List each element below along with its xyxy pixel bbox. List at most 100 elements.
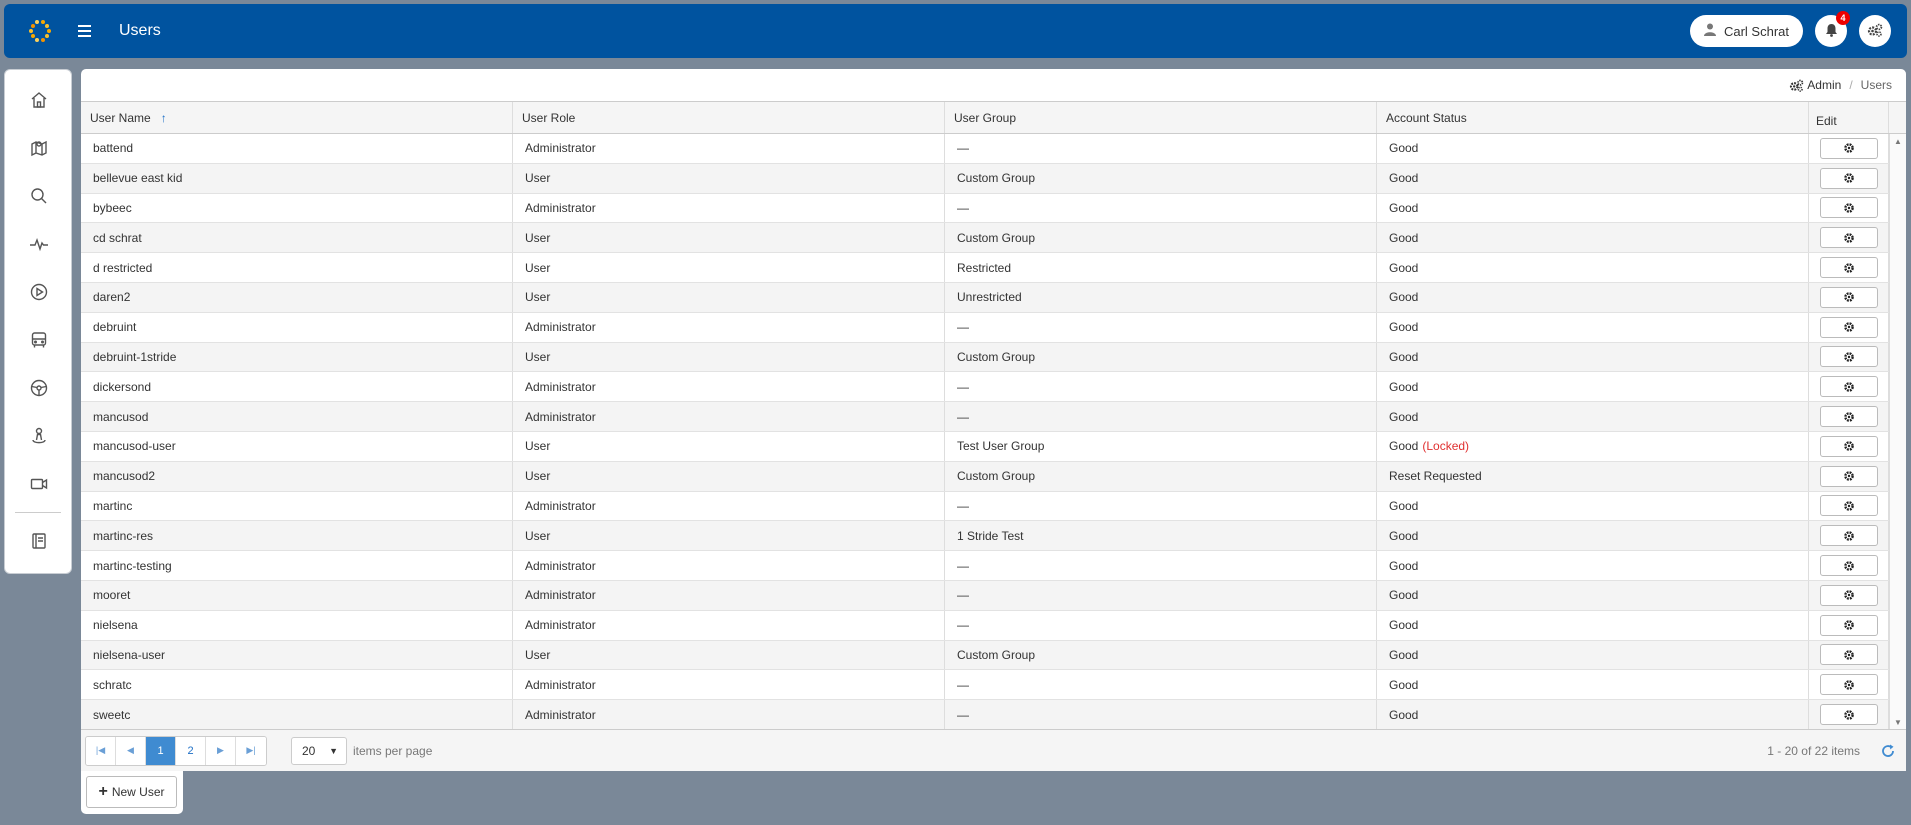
sidebar-item-activity[interactable] xyxy=(5,220,73,268)
vertical-scrollbar[interactable]: ▲ ▼ xyxy=(1889,134,1906,730)
gear-icon xyxy=(1843,352,1854,362)
edit-user-button[interactable] xyxy=(1819,555,1878,577)
cell-account-status: Reset Requested xyxy=(1377,461,1809,491)
gear-icon xyxy=(1843,292,1854,303)
previous-page-button[interactable]: ◀ xyxy=(116,736,146,765)
logo-dot xyxy=(40,20,45,25)
edit-user-button[interactable] xyxy=(1819,257,1878,279)
edit-user-button[interactable] xyxy=(1819,316,1878,338)
edit-user-button[interactable] xyxy=(1819,406,1878,428)
menu-toggle-icon[interactable] xyxy=(74,20,96,42)
page-size-select[interactable]: 20 ▼ xyxy=(291,736,347,765)
table-row[interactable]: debruint-1stride User Custom Group Good xyxy=(81,342,1906,373)
table-row[interactable]: daren2 User Unrestricted Good xyxy=(81,282,1906,313)
cell-user-name: bellevue east kid xyxy=(81,163,513,193)
sidebar-item-vehicles[interactable] xyxy=(5,316,73,364)
scroll-up-icon[interactable]: ▲ xyxy=(1894,137,1902,146)
cell-user-name: schratc xyxy=(81,670,513,700)
cell-account-status: Good xyxy=(1377,193,1809,223)
edit-user-button[interactable] xyxy=(1819,465,1878,487)
edit-user-button[interactable] xyxy=(1819,286,1878,308)
table-row[interactable]: mancusod2 User Custom Group Reset Requested xyxy=(81,461,1906,492)
table-row[interactable]: d restricted User Restricted Good xyxy=(81,253,1906,283)
cell-edit xyxy=(1809,521,1889,551)
sidebar-item-search[interactable] xyxy=(5,172,73,220)
edit-user-button[interactable] xyxy=(1819,435,1878,457)
activity-icon xyxy=(30,237,48,252)
breadcrumb: Admin / Users xyxy=(81,69,1906,101)
refresh-icon[interactable] xyxy=(1880,743,1896,759)
cell-user-group: — xyxy=(945,134,1377,163)
edit-user-button[interactable] xyxy=(1819,227,1878,249)
table-row[interactable]: debruint Administrator — Good xyxy=(81,312,1906,343)
gear-icon xyxy=(1843,381,1854,392)
gear-icon xyxy=(1843,471,1854,481)
edit-user-button[interactable] xyxy=(1819,197,1878,219)
user-menu-button[interactable]: Carl Schrat xyxy=(1689,15,1803,47)
sidebar-item-reports[interactable] xyxy=(5,517,73,565)
table-row[interactable]: schratc Administrator — Good xyxy=(81,670,1906,701)
edit-user-button[interactable] xyxy=(1819,674,1878,696)
next-page-button[interactable]: ▶ xyxy=(206,736,236,765)
table-row[interactable]: martinc Administrator — Good xyxy=(81,491,1906,522)
sort-ascending-icon: ↑ xyxy=(160,110,167,125)
table-row[interactable]: battend Administrator — Good xyxy=(81,134,1906,164)
settings-button[interactable] xyxy=(1859,15,1891,47)
last-page-button[interactable]: ▶| xyxy=(236,736,266,765)
sidebar-item-playback[interactable] xyxy=(5,268,73,316)
cell-user-role: Administrator xyxy=(513,372,945,402)
table-row[interactable]: bybeec Administrator — Good xyxy=(81,193,1906,224)
cell-account-status: Good xyxy=(1377,610,1809,640)
user-icon xyxy=(1703,23,1716,39)
first-page-button[interactable]: |◀ xyxy=(86,736,116,765)
edit-user-button[interactable] xyxy=(1819,644,1878,666)
table-row[interactable]: mancusod Administrator — Good xyxy=(81,402,1906,432)
cell-edit xyxy=(1809,610,1889,640)
table-row[interactable]: nielsena Administrator — Good xyxy=(81,610,1906,641)
table-row[interactable]: martinc-testing Administrator — Good xyxy=(81,551,1906,581)
edit-user-button[interactable] xyxy=(1819,704,1878,726)
table-row[interactable]: cd schrat User Custom Group Good xyxy=(81,223,1906,254)
edit-user-button[interactable] xyxy=(1819,495,1878,517)
edit-user-button[interactable] xyxy=(1819,525,1878,547)
gear-icon xyxy=(1843,173,1854,183)
table-row[interactable]: sweetc Administrator — Good xyxy=(81,700,1906,730)
sidebar-item-home[interactable] xyxy=(5,76,73,124)
column-header-account-status[interactable]: Account Status xyxy=(1377,102,1809,133)
column-header-user-group[interactable]: User Group xyxy=(945,102,1377,133)
gear-icon xyxy=(1843,590,1854,601)
grid-header: User Name ↑ User Role User Group Account… xyxy=(81,102,1906,134)
table-row[interactable]: martinc-res User 1 Stride Test Good xyxy=(81,521,1906,552)
cell-user-role: Administrator xyxy=(513,610,945,640)
account-status-text: Reset Requested xyxy=(1389,469,1482,484)
sidebar-item-map[interactable] xyxy=(5,124,73,172)
edit-user-button[interactable] xyxy=(1819,376,1878,398)
new-user-button[interactable]: + New User xyxy=(86,776,177,808)
edit-user-button[interactable] xyxy=(1819,614,1878,636)
edit-user-button[interactable] xyxy=(1819,167,1878,189)
scroll-down-icon[interactable]: ▼ xyxy=(1894,718,1902,727)
table-row[interactable]: mooret Administrator — Good xyxy=(81,580,1906,611)
table-row[interactable]: mancusod-user User Test User Group Good (Loc… xyxy=(81,431,1906,462)
sidebar-item-drivers[interactable] xyxy=(5,364,73,412)
edit-user-button[interactable] xyxy=(1819,137,1878,159)
logo-dot xyxy=(30,23,35,28)
cell-user-name: battend xyxy=(81,134,513,163)
page-button[interactable]: 2 xyxy=(176,736,206,765)
column-header-user-role[interactable]: User Role xyxy=(513,102,945,133)
app-logo[interactable] xyxy=(26,17,54,45)
table-row[interactable]: bellevue east kid User Custom Group Good xyxy=(81,163,1906,194)
page-button[interactable]: 1 xyxy=(146,736,176,765)
table-row[interactable]: dickersond Administrator — Good xyxy=(81,372,1906,403)
sidebar-item-locations[interactable] xyxy=(5,412,73,460)
sidebar-item-video[interactable] xyxy=(5,460,73,508)
edit-user-button[interactable] xyxy=(1819,346,1878,368)
notifications-button[interactable]: 4 xyxy=(1815,11,1850,47)
edit-user-button[interactable] xyxy=(1819,584,1878,606)
column-header-label: User Group xyxy=(954,110,1017,125)
column-header-user-name[interactable]: User Name ↑ xyxy=(81,102,513,133)
breadcrumb-admin-link[interactable]: Admin xyxy=(1789,78,1841,92)
account-status-text: Good xyxy=(1389,171,1419,186)
table-row[interactable]: nielsena-user User Custom Group Good xyxy=(81,640,1906,671)
cell-user-role: User xyxy=(513,253,945,282)
